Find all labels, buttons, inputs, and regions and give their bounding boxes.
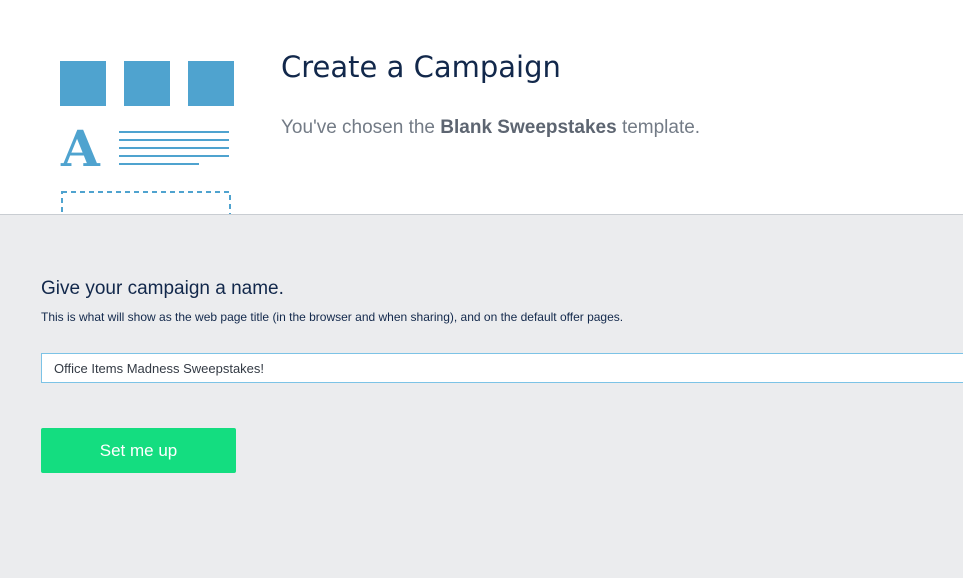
template-subtitle: You've chosen the Blank Sweepstakes temp… bbox=[281, 117, 700, 139]
form-heading: Give your campaign a name. bbox=[41, 278, 284, 299]
form-helper-text: This is what will show as the web page t… bbox=[41, 310, 624, 324]
set-me-up-button[interactable]: Set me up bbox=[41, 428, 236, 473]
illustration-letter: A bbox=[60, 119, 101, 178]
header-section: A Create a Campaign You've chosen the Bl… bbox=[0, 0, 963, 215]
page-title: Create a Campaign bbox=[281, 50, 561, 84]
template-layout-icon: A bbox=[60, 61, 234, 214]
subtitle-suffix: template. bbox=[621, 117, 701, 138]
subtitle-prefix: You've chosen the bbox=[281, 117, 435, 138]
campaign-name-form: Give your campaign a name. This is what … bbox=[0, 215, 963, 578]
template-name: Blank Sweepstakes bbox=[440, 117, 617, 138]
campaign-name-input[interactable] bbox=[41, 353, 963, 383]
